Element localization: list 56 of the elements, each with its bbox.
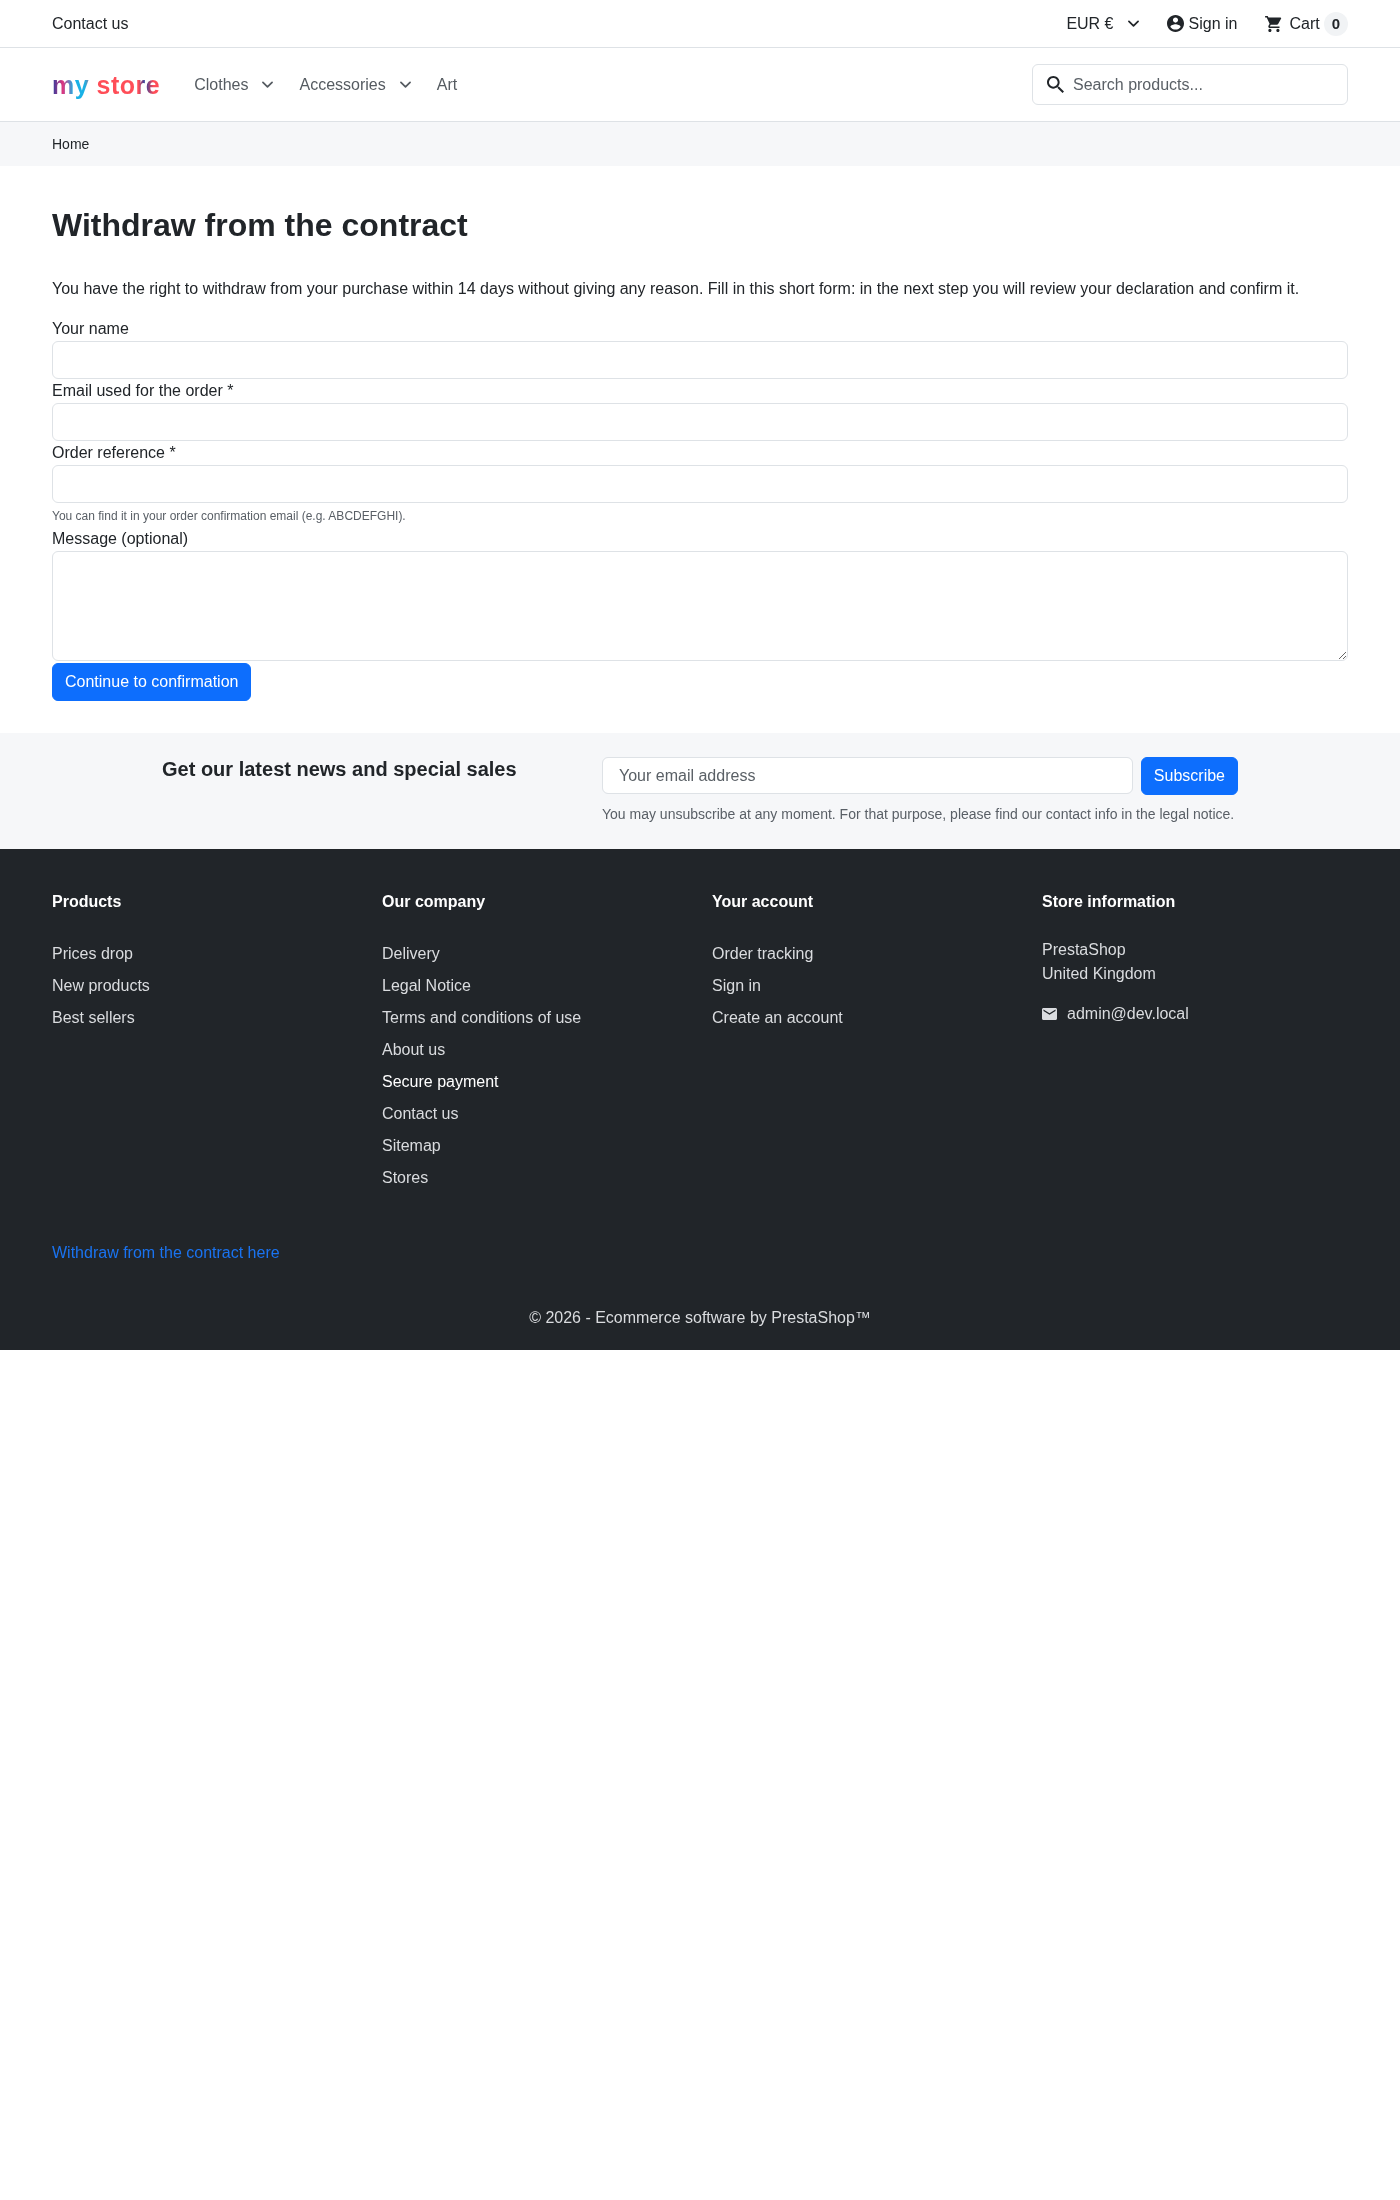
unsubscribe-note: You may unsubscribe at any moment. For that purpose, please find our contact info in the legal notice. <box>602 805 1236 824</box>
footer-heading: Our company <box>382 892 487 912</box>
footer-link[interactable]: Create an account <box>712 1006 843 1030</box>
footer-link[interactable]: New products <box>52 974 150 998</box>
footer-link[interactable]: Best sellers <box>52 1006 135 1030</box>
input-field[interactable] <box>52 403 1348 441</box>
footer-link[interactable]: Order tracking <box>712 942 814 966</box>
store-info-text: PrestaShop <box>1042 940 1127 960</box>
nav-menu-item[interactable]: Art <box>436 72 458 97</box>
input-field[interactable] <box>52 341 1348 379</box>
footer-heading: Products <box>52 892 123 912</box>
field-label: Your name <box>52 319 130 339</box>
footer-link[interactable]: Legal Notice <box>382 974 471 998</box>
withdraw-link[interactable]: Withdraw from the contract here <box>52 1244 280 1261</box>
email-link[interactable]: admin@dev.local <box>1067 1002 1189 1026</box>
mail-icon <box>1042 1008 1057 1020</box>
footer-link[interactable]: Stores <box>382 1166 429 1190</box>
page-title: Withdraw from the contract <box>52 206 469 244</box>
message-field[interactable] <box>52 551 1348 661</box>
store-info-text: United Kingdom <box>1042 964 1157 984</box>
caret-icon <box>262 81 274 88</box>
nav-menu-item[interactable]: Accessories <box>299 72 411 97</box>
breadcrumb-link[interactable]: Home <box>52 134 90 154</box>
footer-link[interactable]: Terms and conditions of use <box>382 1006 582 1030</box>
cart-icon <box>1265 15 1283 32</box>
user-icon <box>1166 15 1184 32</box>
footer-link[interactable]: Contact us <box>382 1102 459 1126</box>
help-text: You can find it in your order confirmation email (e.g. ABCDEFGHI). <box>52 508 407 525</box>
search-icon <box>1047 76 1064 93</box>
subscribe-button[interactable]: Subscribe <box>1140 757 1238 795</box>
field-label: Order reference * <box>52 443 177 463</box>
sign-in-link[interactable]: Sign in <box>1166 11 1238 36</box>
intro-text: You have the right to withdraw from your purchase within 14 days without giving any reason. Fill in this short form: in the next step you will review your declaration and confirm it. <box>52 279 1301 299</box>
input-field[interactable] <box>52 465 1348 503</box>
nav-menu-item[interactable]: Clothes <box>194 72 274 97</box>
caret-icon <box>399 81 411 88</box>
footer-link[interactable]: Delivery <box>382 942 440 966</box>
footer-link[interactable]: Secure payment <box>382 1070 499 1094</box>
cart-link[interactable]: Cart 0 <box>1265 11 1348 36</box>
copyright-text: © 2026 - Ecommerce software by PrestaShop™ <box>529 1309 871 1326</box>
search-field[interactable]: Search products... <box>1032 64 1348 105</box>
field-label: Message (optional) <box>52 529 190 549</box>
contact-link[interactable]: Contact us <box>52 11 129 36</box>
footer-heading: Your account <box>712 892 815 912</box>
field-label: Email used for the order * <box>52 381 235 401</box>
footer-link[interactable]: About us <box>382 1038 446 1062</box>
footer-link[interactable]: Sign in <box>712 974 761 998</box>
currency-dropdown[interactable]: EUR € <box>1066 11 1139 36</box>
email-field[interactable]: Your email address <box>602 757 1133 794</box>
footer-heading: Store information <box>1042 892 1177 912</box>
newsletter-heading: Get our latest news and special sales <box>162 757 518 782</box>
caret-icon <box>1127 20 1139 27</box>
continue-button[interactable]: Continue to confirmation <box>52 663 252 701</box>
footer-link[interactable]: Sitemap <box>382 1134 441 1158</box>
cart-count: 0 <box>1323 11 1348 36</box>
footer-link[interactable]: Prices drop <box>52 942 133 966</box>
